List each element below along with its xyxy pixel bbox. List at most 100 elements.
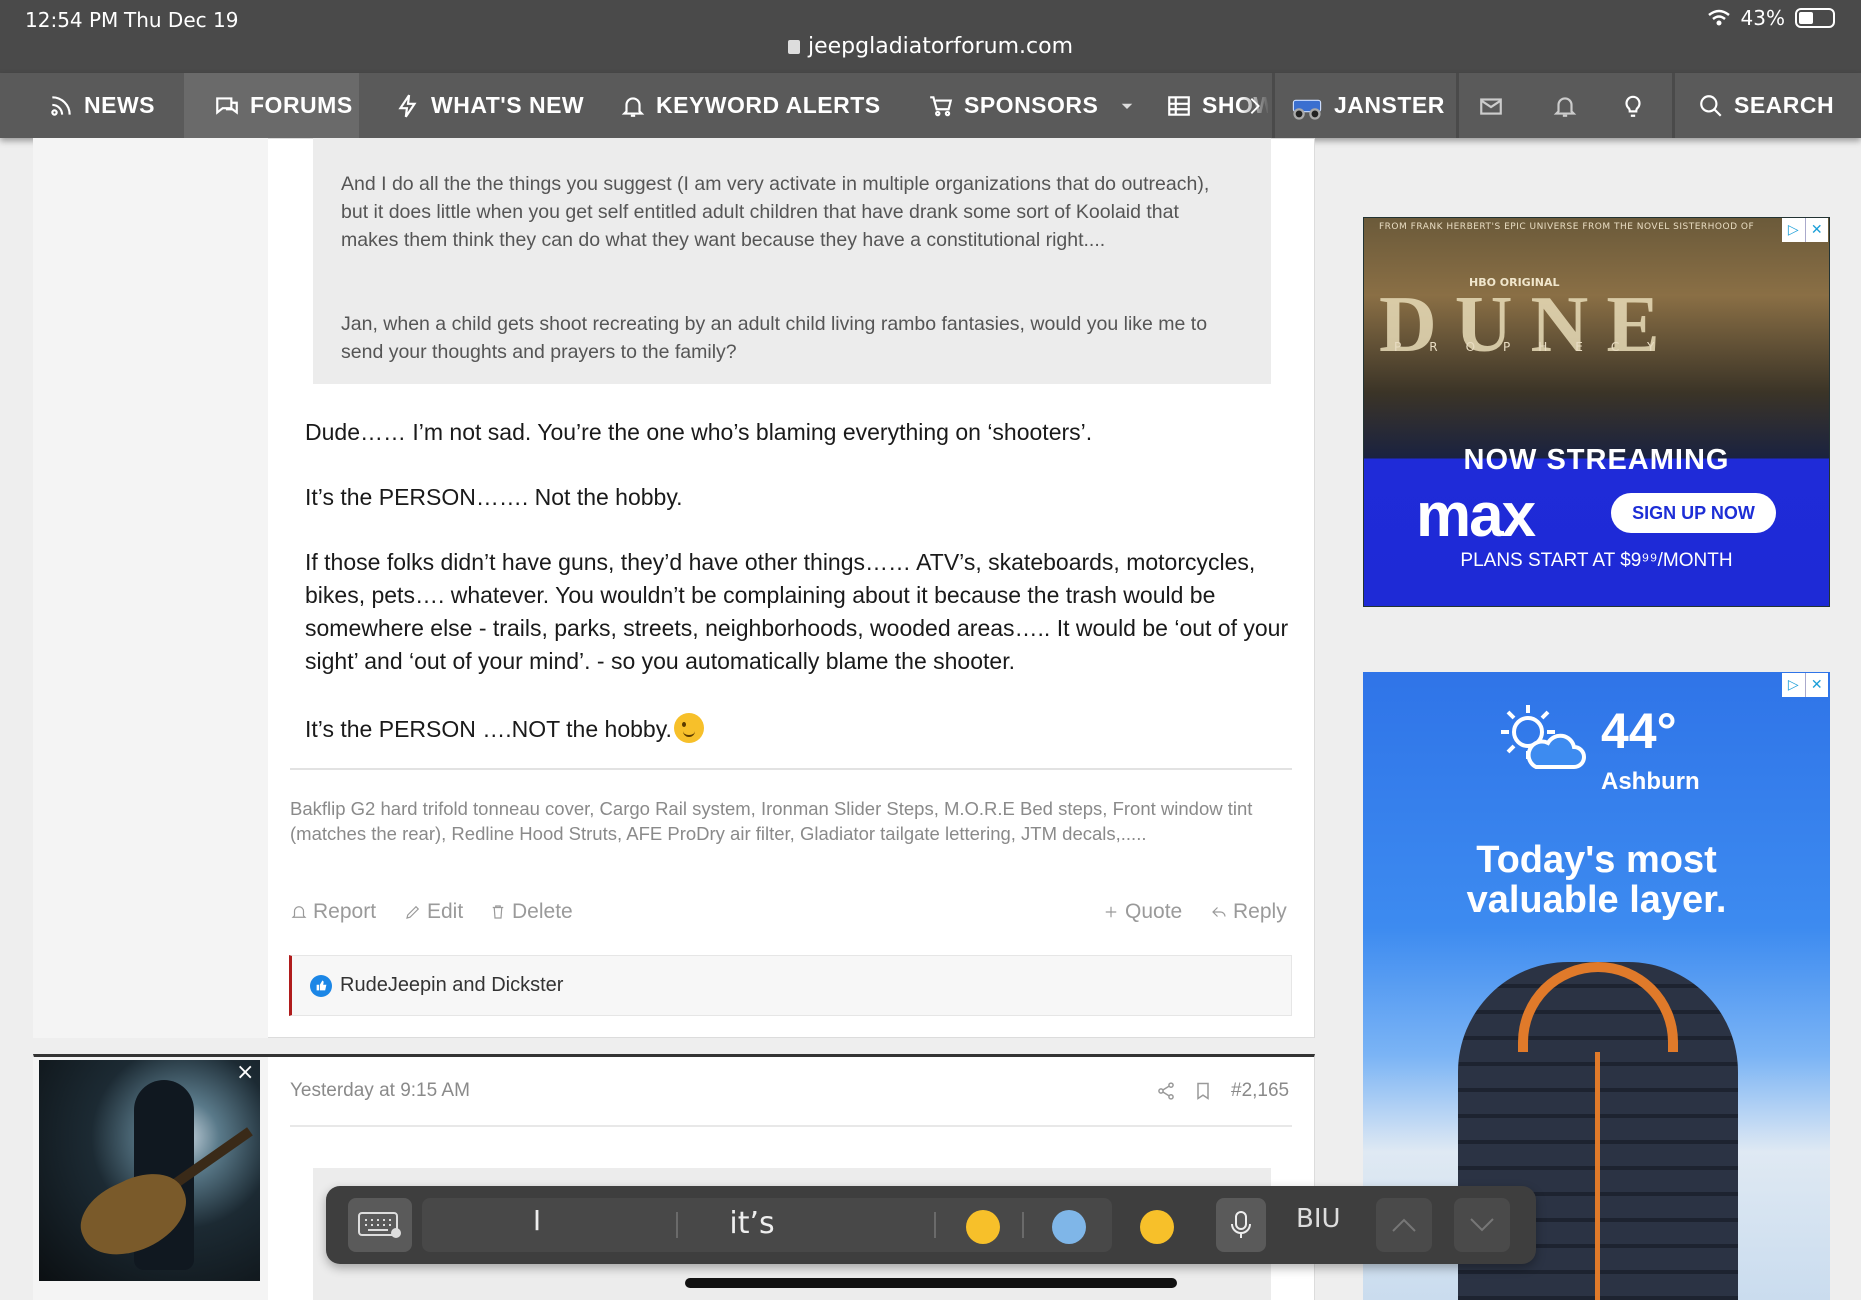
trash-icon bbox=[492, 905, 504, 919]
autocomplete-bar: I it’s bbox=[422, 1198, 1112, 1252]
ad-brand-logo: max bbox=[1416, 481, 1536, 550]
close-icon[interactable]: × bbox=[236, 1060, 254, 1085]
nav-keyword-alerts[interactable]: KEYWORD ALERTS bbox=[620, 73, 881, 138]
status-indicators: 43% bbox=[1707, 6, 1835, 30]
nav-sponsors-label: SPONSORS bbox=[964, 92, 1099, 118]
avatar[interactable] bbox=[39, 1060, 260, 1281]
ad-choices[interactable]: ▷ ✕ bbox=[1782, 673, 1828, 697]
ad-headline: Today's most valuable layer. bbox=[1363, 840, 1830, 920]
chevron-down-icon bbox=[1122, 103, 1133, 109]
reply-label: Reply bbox=[1233, 900, 1287, 923]
emoji-laughing-icon[interactable] bbox=[1140, 1210, 1174, 1244]
nav-whats-new[interactable]: WHAT'S NEW bbox=[395, 73, 584, 138]
lightbulb-icon bbox=[1625, 95, 1641, 117]
ad-plans-text: PLANS START AT $9⁹⁹/MONTH bbox=[1460, 550, 1733, 571]
nav-search[interactable]: SEARCH bbox=[1698, 73, 1834, 138]
post-paragraph: Dude…… I’m not sad. You’re the one who’s… bbox=[305, 419, 1093, 445]
post-number[interactable]: #2,165 bbox=[1231, 1080, 1289, 1102]
post-date[interactable]: Yesterday at 9:15 AM bbox=[290, 1080, 470, 1102]
signature-divider bbox=[290, 768, 1292, 770]
post-paragraph: If those folks didn’t have guns, they’d … bbox=[305, 549, 1289, 674]
report-button[interactable]: Report bbox=[290, 900, 376, 924]
weather-city: Ashburn bbox=[1601, 768, 1700, 795]
plus-icon bbox=[1105, 906, 1117, 918]
post-user-column bbox=[33, 138, 268, 1038]
dictation-button[interactable] bbox=[1216, 1198, 1266, 1252]
keyboard-icon bbox=[358, 1212, 401, 1238]
nav-divider bbox=[1672, 73, 1675, 138]
ad-headline-line: Today's most bbox=[1476, 839, 1717, 881]
ad-signup-button[interactable]: SIGN UP NOW bbox=[1611, 493, 1776, 533]
wifi-icon bbox=[1707, 9, 1730, 26]
battery-icon bbox=[1795, 8, 1835, 28]
ad-streaming-text: NOW STREAMING bbox=[1463, 444, 1730, 476]
emoji-scream-icon[interactable] bbox=[1052, 1210, 1086, 1244]
ad-dune-max[interactable]: FROM FRANK HERBERT'S EPIC UNIVERSE FROM … bbox=[1363, 217, 1830, 607]
url-bar[interactable]: jeepgladiatorforum.com bbox=[0, 34, 1861, 59]
close-icon[interactable]: ✕ bbox=[1804, 218, 1829, 242]
ad-headline-line: valuable layer. bbox=[1466, 879, 1727, 921]
quote-paragraph: Jan, when a child gets shoot recreating … bbox=[341, 313, 1208, 363]
bell-icon bbox=[291, 906, 307, 918]
quote-button[interactable]: Quote bbox=[1102, 900, 1182, 924]
wink-emoji-icon bbox=[673, 713, 704, 743]
ad-choices[interactable]: ▷ ✕ bbox=[1782, 218, 1828, 242]
nav-keyword-alerts-label: KEYWORD ALERTS bbox=[656, 92, 881, 118]
nav-forums[interactable]: FORUMS bbox=[184, 73, 359, 138]
suggestion-1[interactable]: I bbox=[492, 1204, 582, 1237]
nav-news[interactable]: NEWS bbox=[48, 73, 155, 138]
url-text: jeepgladiatorforum.com bbox=[808, 34, 1073, 59]
adchoices-icon[interactable]: ▷ bbox=[1782, 218, 1805, 242]
home-indicator[interactable] bbox=[685, 1278, 1177, 1288]
post-paragraph-text: It’s the PERSON ….NOT the hobby. bbox=[305, 716, 672, 742]
chevron-right-icon bbox=[1250, 97, 1260, 114]
suggestion-divider bbox=[1022, 1212, 1024, 1238]
suggestion-2[interactable]: it’s bbox=[662, 1206, 842, 1241]
nav-user[interactable]: JANSTER bbox=[1290, 73, 1445, 138]
main-nav: NEWS FORUMS WHAT'S NEW KEYWORD ALERTS SP… bbox=[0, 73, 1861, 138]
mail-icon bbox=[1480, 97, 1502, 115]
text-format-button[interactable]: BIU bbox=[1296, 1204, 1341, 1234]
cart-icon bbox=[930, 95, 953, 116]
reply-button[interactable]: Reply bbox=[1210, 900, 1287, 924]
nav-alerts[interactable] bbox=[1552, 73, 1578, 138]
search-icon bbox=[1700, 94, 1722, 117]
close-icon[interactable]: ✕ bbox=[1804, 673, 1829, 697]
previous-field-button[interactable] bbox=[1376, 1198, 1432, 1252]
bookmark-icon[interactable] bbox=[1193, 1081, 1213, 1101]
keyboard-toggle-button[interactable] bbox=[348, 1198, 412, 1252]
bell-icon bbox=[621, 96, 645, 117]
delete-button[interactable]: Delete bbox=[489, 900, 573, 924]
status-date: Thu Dec 19 bbox=[124, 8, 239, 32]
share-icon[interactable] bbox=[1156, 1081, 1176, 1101]
ad-tagline: FROM FRANK HERBERT'S EPIC UNIVERSE FROM … bbox=[1379, 222, 1755, 232]
rss-icon bbox=[51, 95, 71, 116]
edit-button[interactable]: Edit bbox=[404, 900, 463, 924]
edit-label: Edit bbox=[427, 900, 464, 923]
bell-icon bbox=[1553, 96, 1577, 117]
post-paragraph-last: It’s the PERSON ….NOT the hobby. bbox=[305, 713, 1295, 746]
nav-sponsors[interactable]: SPONSORS bbox=[928, 73, 1136, 138]
microphone-icon bbox=[1231, 1211, 1251, 1238]
nav-ideas[interactable] bbox=[1620, 73, 1646, 138]
post-paragraph: It’s the PERSON……. Not the hobby. bbox=[305, 484, 683, 510]
nav-inbox[interactable] bbox=[1478, 73, 1504, 138]
reaction-bar[interactable]: RudeJeepin and Dickster bbox=[289, 955, 1292, 1016]
bolt-icon bbox=[398, 94, 417, 117]
emoji-flushed-icon[interactable] bbox=[966, 1210, 1000, 1244]
ad-subtitle: PROPHECY bbox=[1394, 340, 1683, 354]
nav-scroll-right[interactable] bbox=[1240, 73, 1270, 138]
keyboard-toolbar: I it’s BIU bbox=[326, 1186, 1536, 1264]
partly-cloudy-icon bbox=[1501, 705, 1586, 769]
jeep-avatar-icon bbox=[1292, 99, 1322, 120]
reaction-users[interactable]: RudeJeepin and Dickster bbox=[340, 974, 563, 997]
nav-divider bbox=[1272, 73, 1275, 138]
ad-title: DUNE bbox=[1379, 281, 1678, 369]
reply-icon bbox=[1212, 907, 1226, 917]
signature: Bakflip G2 hard trifold tonneau cover, C… bbox=[290, 798, 1253, 844]
adchoices-icon[interactable]: ▷ bbox=[1782, 673, 1805, 697]
next-field-button[interactable] bbox=[1454, 1198, 1510, 1252]
report-label: Report bbox=[313, 900, 377, 923]
quote-paragraph: And I do all the the things you suggest … bbox=[341, 173, 1210, 251]
weather-temperature: 44° bbox=[1601, 703, 1677, 759]
